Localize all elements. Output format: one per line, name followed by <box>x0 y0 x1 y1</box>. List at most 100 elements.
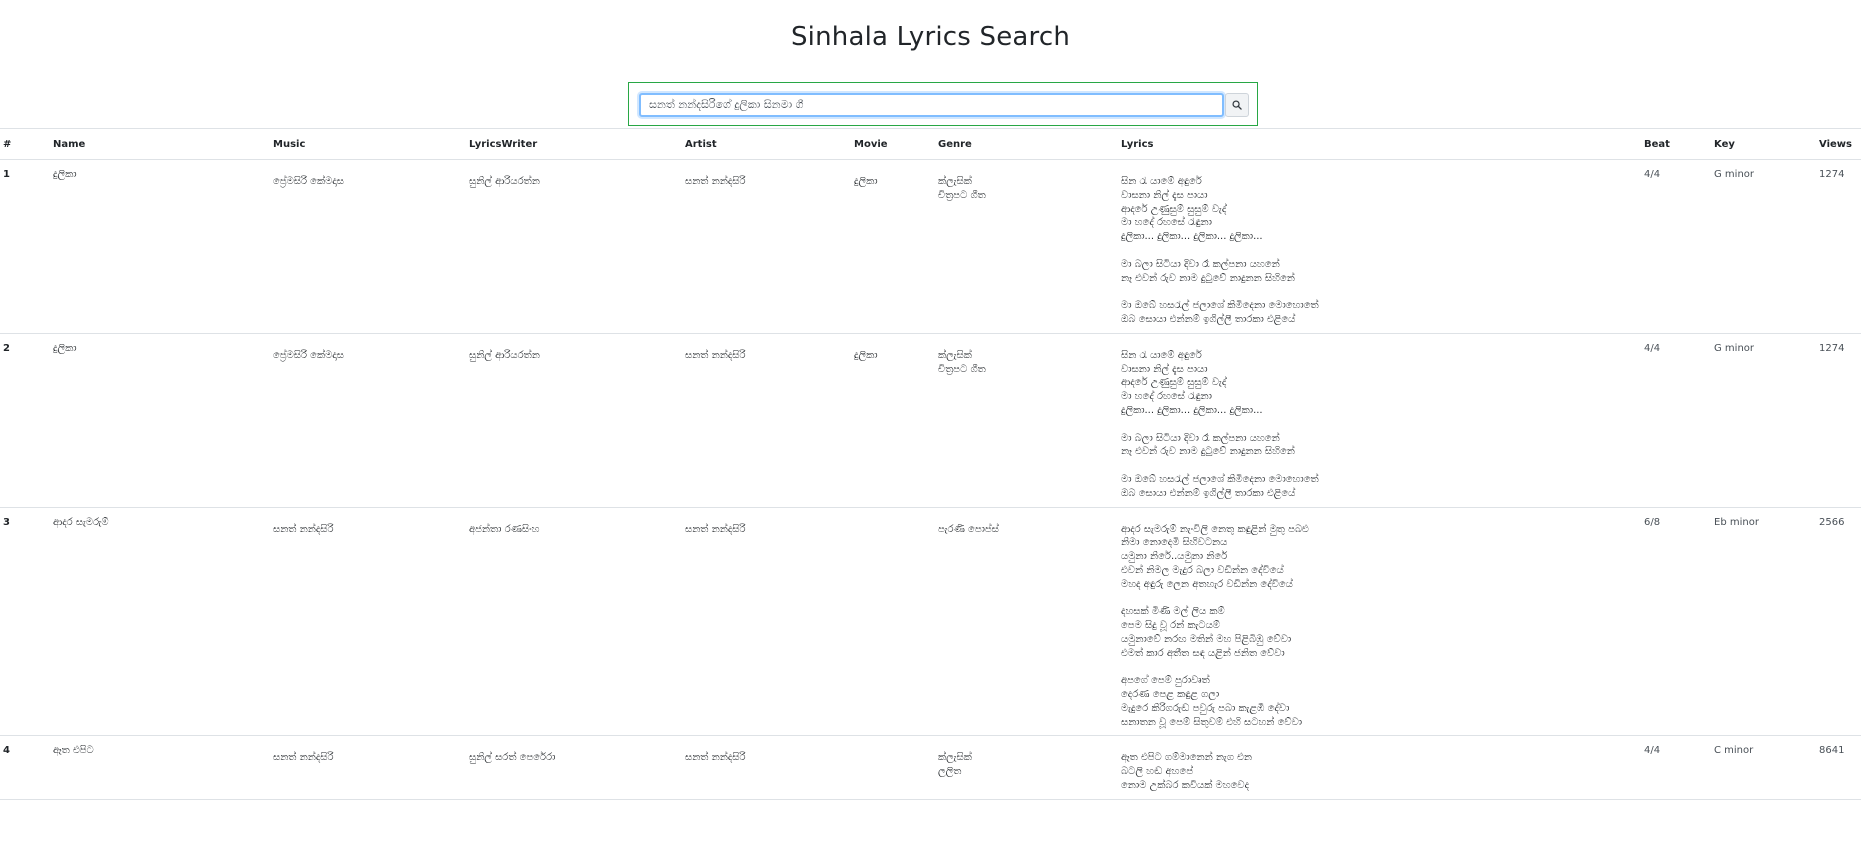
lyrics-line: නොම උක්බර කවියක් මහවෙද <box>1121 780 1250 792</box>
music-composer: සනත් නන්දසිරි <box>270 735 466 800</box>
table-row: 2 දුලිකා ප්‍රේමසිරි කේමදාස සුනිල් ආරියරත්න ස… <box>0 333 1861 508</box>
lyrics-text: සින රැ යාමේ අඳුරේ වාසනා නිල් දැස පායා ආදරේ… <box>1121 175 1641 327</box>
table-row: 1 දුලිකා ප්‍රේමසිරි කේමදාස සුනිල් ආරියරත්න ස… <box>0 159 1861 334</box>
row-number: 3 <box>0 507 50 737</box>
lyrics-line: ආදර සැමරුම් නැංවිලි නෙතු කඳුළින් මුතු පබ… <box>1121 523 1309 535</box>
lyrics-text: ආදර සැමරුම් නැංවිලි නෙතු කඳුළින් මුතු පබ… <box>1121 523 1641 730</box>
song-name: ඈත එපිට <box>50 735 270 800</box>
search-button[interactable] <box>1225 93 1249 117</box>
movie-text: දුලිකා <box>854 176 878 187</box>
header-name: Name <box>50 128 270 160</box>
results-table: # Name Music LyricsWriter Artist Movie G… <box>0 128 1861 800</box>
key-text: G minor <box>1714 169 1755 180</box>
genre-list: ක්ලැසික් ලලිත <box>938 751 1118 779</box>
movie <box>851 735 935 800</box>
lyrics: ඈත එපිට ගම්මානෙන් නැග එන බටලි හඬ අහපේ නොම … <box>1118 735 1641 800</box>
lyrics-line: වාසනා නිල් දැස පායා <box>1121 363 1208 375</box>
key: G minor <box>1711 333 1816 508</box>
lyrics-writer: අජන්තා රණසිංහ <box>466 507 682 737</box>
lyrics-line: නිමා නොදෙමි සිහිවටනය <box>1121 537 1228 549</box>
page: Sinhala Lyrics Search සනත් නන්දසිරිගේ දු… <box>0 0 1861 867</box>
lyrics: සින රැ යාමේ අඳුරේ වාසනා නිල් දැස පායා ආදරේ… <box>1118 333 1641 508</box>
genre-list: පැරණි පොප්ස් <box>938 523 1118 537</box>
genre-item: ක්ලැසික් <box>938 176 972 187</box>
artist-text: සනත් නන්දසිරි <box>685 349 746 361</box>
search-input[interactable] <box>639 93 1224 117</box>
header-genre: Genre <box>935 128 1118 160</box>
music-composer: සනත් නන්දසිරි <box>270 507 466 737</box>
lyrics-line: එවන් නිමල මැදුර බලා වඩින්න දේවියේ <box>1121 564 1284 576</box>
views-text: 1274 <box>1819 342 1845 354</box>
row-number: 1 <box>0 159 50 334</box>
genre: ක්ලැසික් චිත්‍රපට ගීත <box>935 159 1118 334</box>
key-text: C minor <box>1714 745 1754 757</box>
row-number: 2 <box>0 333 50 508</box>
lyrics-writer-text: සුනිල් සරත් පෙරේරා <box>469 752 556 764</box>
header-artist: Artist <box>682 128 851 160</box>
key: G minor <box>1711 159 1816 334</box>
lyrics-line: දහසක් මිණි මල් ලිය කම් <box>1121 606 1225 618</box>
artist-text: සනත් නන්දසිරි <box>685 523 746 535</box>
header-key: Key <box>1711 128 1816 160</box>
lyrics-line: මා හදේ රහසේ රැඳුනා <box>1121 391 1212 403</box>
lyrics-line: මා ඔබේ හසරැල් ජලාශේ කිමිදෙනා මොහොතේ <box>1121 300 1319 312</box>
lyrics-line <box>1121 418 1641 432</box>
lyrics: සින රැ යාමේ අඳුරේ වාසනා නිල් දැස පායා ආදරේ… <box>1118 159 1641 334</box>
row-number-text: 1 <box>3 169 10 180</box>
lyrics-line: අපගේ පෙම් පුරාවෘත් <box>1121 675 1210 687</box>
lyrics-writer: සුනිල් ආරියරත්න <box>466 159 682 334</box>
genre: ක්ලැසික් චිත්‍රපට ගීත <box>935 333 1118 508</box>
song-name: දුලිකා <box>50 159 270 334</box>
song-name-text: දුලිකා <box>53 169 77 180</box>
lyrics-line: ආදරේ උණුසුම් සුසුම් වැද් <box>1121 203 1227 215</box>
header-number: # <box>0 128 50 160</box>
lyrics-line <box>1121 661 1641 675</box>
genre-item: ලලිත <box>938 766 962 778</box>
key: C minor <box>1711 735 1816 800</box>
beat: 4/4 <box>1641 735 1711 800</box>
music-composer-text: සනත් නන්දසිරි <box>273 523 334 535</box>
lyrics-line: පෙම සිදු වූ රන් කැටයම් <box>1121 620 1220 632</box>
lyrics-line: සින රැ යාමේ අඳුරේ <box>1121 349 1202 361</box>
lyrics-writer-text: අජන්තා රණසිංහ <box>469 523 540 535</box>
genre: ක්ලැසික් ලලිත <box>935 735 1118 800</box>
music-composer: ප්‍රේමසිරි කේමදාස <box>270 159 466 334</box>
movie <box>851 507 935 737</box>
artist: සනත් නන්දසිරි <box>682 735 851 800</box>
song-name-text: ආදර සැමරුම් <box>53 516 109 528</box>
lyrics-line: නෑ එවන් රුව නාම දුටුවේ නාදුනන සිහිනේ <box>1121 272 1295 284</box>
genre-list: ක්ලැසික් චිත්‍රපට ගීත <box>938 175 1118 203</box>
song-name: දුලිකා <box>50 333 270 508</box>
genre: පැරණි පොප්ස් <box>935 507 1118 737</box>
song-name: ආදර සැමරුම් <box>50 507 270 737</box>
beat: 4/4 <box>1641 159 1711 334</box>
beat-text: 4/4 <box>1644 169 1661 180</box>
lyrics-text: සින රැ යාමේ අඳුරේ වාසනා නිල් දැස පායා ආදරේ… <box>1121 349 1641 501</box>
header-lyrics: Lyrics <box>1118 128 1641 160</box>
artist-text: සනත් නන්දසිරි <box>685 752 746 764</box>
lyrics-line <box>1121 459 1641 473</box>
beat-text: 4/4 <box>1644 745 1661 757</box>
song-name-text: දුලිකා <box>53 342 77 354</box>
genre-item: පැරණි පොප්ස් <box>938 523 999 535</box>
genre-item: ක්ලැසික් <box>938 752 972 764</box>
lyrics-line: ඔබ සොයා එන්නම් ඉගිල්ලී තාරකා එළියේ <box>1121 487 1296 499</box>
row-number: 4 <box>0 735 50 800</box>
artist: සනත් නන්දසිරි <box>682 333 851 508</box>
row-number-text: 3 <box>3 516 10 528</box>
views: 1274 <box>1816 159 1861 334</box>
lyrics-line: මා බලා සිටියා දිවා රෑ කල්පනා යහනේ <box>1121 258 1280 270</box>
lyrics-line: සනාතන වූ පෙම් සිතුවම් එහි සටහන් වේවා <box>1121 716 1303 728</box>
lyrics-line: ආදරේ උණුසුම් සුසුම් වැද් <box>1121 377 1227 389</box>
music-composer-text: ප්‍රේමසිරි කේමදාස <box>273 176 344 187</box>
header-music: Music <box>270 128 466 160</box>
lyrics-writer-text: සුනිල් ආරියරත්න <box>469 349 540 361</box>
lyrics-line: මා හදේ රහසේ රැඳුනා <box>1121 217 1212 229</box>
lyrics-writer: සුනිල් ආරියරත්න <box>466 333 682 508</box>
views-text: 8641 <box>1819 745 1845 757</box>
artist: සනත් නන්දසිරි <box>682 159 851 334</box>
beat-text: 6/8 <box>1644 516 1661 528</box>
beat: 6/8 <box>1641 507 1711 737</box>
row-number-text: 2 <box>3 342 10 354</box>
artist-text: සනත් නන්දසිරි <box>685 176 746 187</box>
